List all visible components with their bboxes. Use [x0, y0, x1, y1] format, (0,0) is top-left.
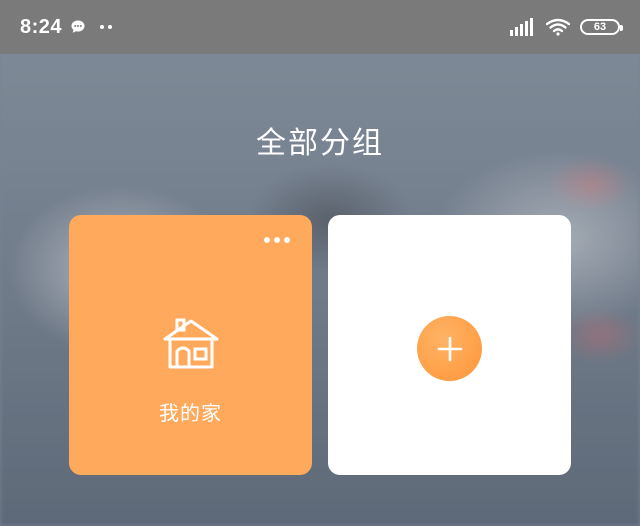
more-horizontal-icon[interactable]	[264, 237, 290, 243]
status-bar-left: 8:24	[20, 15, 113, 39]
add-group-card[interactable]	[328, 215, 571, 475]
status-bar-right: 63	[510, 18, 623, 36]
signal-icon	[510, 18, 533, 36]
plus-icon	[437, 336, 462, 361]
page-title: 全部分组	[256, 126, 384, 161]
more-dots-icon	[100, 25, 113, 29]
group-card-my-home[interactable]: 我的家	[69, 215, 312, 475]
house-icon	[163, 318, 219, 369]
group-label: 我的家	[159, 401, 222, 425]
battery-level: 63	[593, 20, 607, 33]
screen: 8:24 63 全部分组 我的家	[0, 0, 640, 526]
status-bar: 8:24 63	[0, 0, 640, 54]
message-bubble-icon	[71, 20, 85, 33]
status-time: 8:24	[20, 15, 63, 38]
battery-tip	[620, 25, 623, 31]
wifi-icon	[546, 18, 570, 36]
add-group-button[interactable]	[417, 316, 482, 381]
battery-icon: 63	[580, 19, 623, 35]
